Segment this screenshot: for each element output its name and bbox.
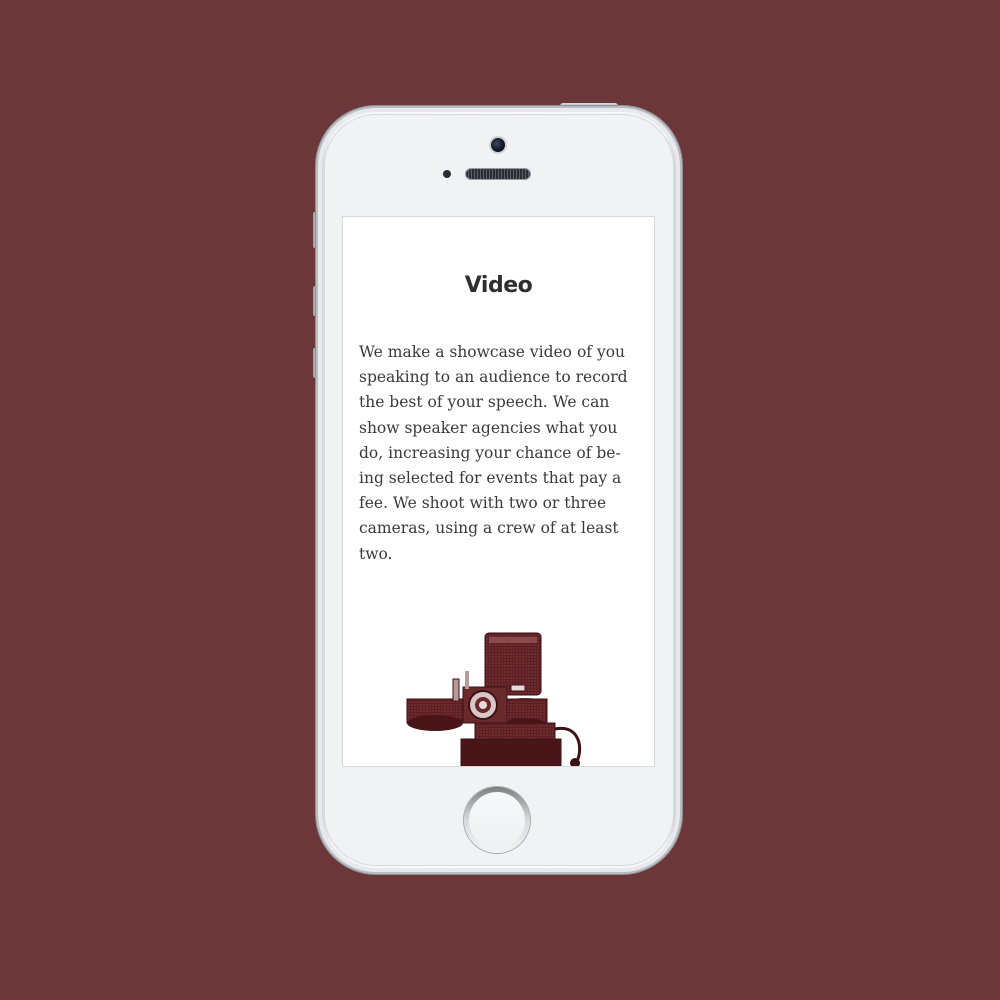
- video-description: We make a showcase video of you speaking…: [359, 343, 628, 563]
- phone-screen[interactable]: Video We make a showcase video of you sp…: [342, 216, 655, 767]
- vintage-movie-projector-icon: [406, 632, 582, 766]
- proximity-sensor-icon: [443, 170, 451, 178]
- page-title: Video: [464, 273, 533, 298]
- home-button[interactable]: [464, 787, 530, 853]
- mockup-stage: Video We make a showcase video of you sp…: [0, 0, 1000, 1000]
- front-camera-icon: [491, 138, 505, 152]
- earpiece-speaker-icon: [466, 169, 530, 179]
